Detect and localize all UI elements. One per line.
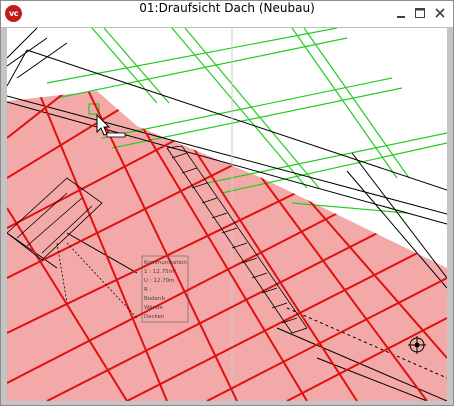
close-icon (435, 8, 445, 18)
room-stamp-line: Kommunikation (144, 260, 187, 266)
room-stamp-line: 1 : 12.75m² (144, 268, 176, 275)
room-stamp-line: Decken (144, 314, 165, 320)
maximize-icon (415, 8, 425, 18)
room-stamp-line: U : 12.70m (144, 278, 174, 284)
drawing-canvas[interactable]: Kommunikation 1 : 12.75m² U : 12.70m R :… (7, 28, 447, 401)
title-bar[interactable]: vc 01:Draufsicht Dach (Neubau) (1, 1, 453, 28)
cad-drawing[interactable]: Kommunikation 1 : 12.75m² U : 12.70m R :… (7, 28, 447, 401)
maximize-button[interactable] (412, 5, 428, 21)
room-stamp-line: Bodenb (144, 296, 165, 302)
window-title: 01:Draufsicht Dach (Neubau) (139, 1, 315, 15)
minimize-button[interactable] (393, 5, 409, 21)
room-stamp-line: Wände (144, 305, 163, 311)
drawing-window: vc 01:Draufsicht Dach (Neubau) Kommunika… (0, 0, 454, 406)
room-stamp-line: R : (144, 287, 152, 293)
close-button[interactable] (432, 5, 448, 21)
minimize-icon (397, 16, 405, 18)
